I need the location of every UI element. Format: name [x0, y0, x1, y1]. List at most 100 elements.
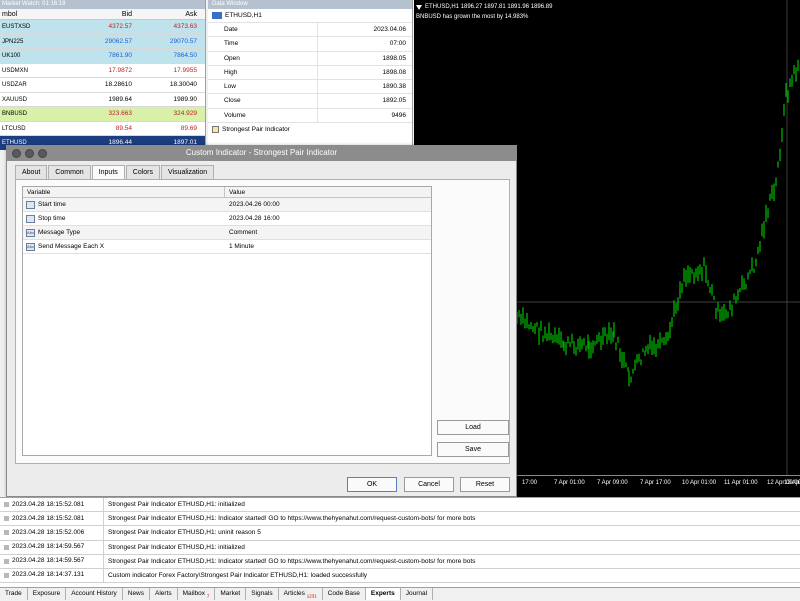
bid-cell: 18.28610 — [104, 81, 132, 88]
market-watch-row[interactable]: JPN225 29062.57 29070.57 — [0, 34, 205, 49]
load-button[interactable]: Load — [437, 420, 509, 435]
ask-cell: 7864.50 — [173, 52, 198, 59]
chart-dropdown-icon[interactable] — [416, 4, 422, 10]
ask-column-header[interactable]: Ask — [135, 9, 200, 19]
market-watch-row[interactable]: USDZAR 18.28610 18.30040 — [0, 78, 205, 93]
tab-visualization[interactable]: Visualization — [161, 165, 215, 179]
input-parameter-row[interactable]: Abc Message Type Comment — [23, 226, 431, 240]
toolbox-tab-label: Market — [220, 590, 241, 597]
dialog-title: Custom Indicator - Strongest Pair Indica… — [185, 148, 338, 157]
toolbox-tab-alerts[interactable]: Alerts — [150, 588, 178, 600]
data-window-row: Time 07:00 — [208, 36, 412, 51]
parameter-name: Message Type — [38, 228, 81, 236]
log-row[interactable]: 2023.04.28 18:14:59.567 Strongest Pair In… — [0, 554, 800, 569]
market-watch-row[interactable]: BNBUSD 323.663 324.929 — [0, 107, 205, 122]
log-time-cell: 2023.04.28 18:14:59.567 — [0, 540, 104, 554]
toolbox-tab-experts[interactable]: Experts — [365, 588, 401, 600]
log-row[interactable]: 2023.04.28 18:14:37.131 Custom indicator … — [0, 568, 800, 584]
tab-common[interactable]: Common — [48, 165, 91, 179]
symbol-cell[interactable]: XAUUSD — [0, 93, 70, 107]
toolbox-tab-label: Signals — [251, 590, 273, 597]
tab-colors[interactable]: Colors — [125, 165, 161, 179]
data-window-title: Data Window — [208, 0, 412, 9]
data-window-value: 9496 — [391, 111, 406, 119]
bid-cell: 4372.57 — [108, 23, 133, 30]
toolbox-tab-account-history[interactable]: Account History — [66, 588, 123, 600]
bid-cell: 29062.57 — [104, 37, 132, 45]
toolbox-tab-label: Mailbox — [182, 590, 206, 597]
input-parameter-row[interactable]: Start time 2023.04.26 00:00 — [23, 198, 431, 212]
symbol-cell[interactable]: LTCUSD — [0, 122, 70, 136]
chart-ohlc-text: ETHUSD,H1 1896.27 1897.81 1891.96 1896.8… — [425, 4, 553, 10]
log-time: 2023.04.28 18:14:59.567 — [12, 543, 85, 551]
parameter-name-cell: Abc Send Message Each X — [23, 240, 225, 253]
toolbox-tab-signals[interactable]: Signals — [246, 588, 279, 600]
market-watch-row[interactable]: LTCUSD 89.54 89.69 — [0, 121, 205, 136]
enum-icon: Abc — [26, 242, 35, 251]
market-watch-row[interactable]: XAUUSD 1989.64 1989.90 — [0, 92, 205, 107]
symbol-cell[interactable]: EUSTXSD — [0, 20, 70, 34]
toolbox-tab-label: Alerts — [155, 590, 172, 597]
symbol-cell[interactable]: BNBUSD — [0, 107, 70, 121]
toolbox-tab-label: Articles — [283, 590, 305, 597]
parameter-value[interactable]: 1 Minute — [225, 240, 431, 253]
parameter-value[interactable]: Comment — [225, 226, 431, 239]
input-parameter-row[interactable]: Abc Send Message Each X1 Minute — [23, 240, 431, 254]
chart-comment-message: BNBUSD has grown the most by 14.983% — [416, 14, 529, 20]
toolbox-tab-mailbox[interactable]: Mailbox 7 — [178, 588, 216, 600]
data-window-symbol: ETHUSD,H1 — [208, 9, 412, 22]
toolbox-tab-articles[interactable]: Articles 1231 — [279, 588, 323, 600]
toolbox-tab-code-base[interactable]: Code Base — [323, 588, 366, 600]
log-message: Strongest Pair Indicator ETHUSD,H1: Indi… — [108, 557, 476, 565]
parameter-name-cell: Abc Message Type — [23, 226, 225, 239]
log-row[interactable]: 2023.04.28 18:15:52.081 Strongest Pair In… — [0, 512, 800, 527]
data-window-label: Low — [208, 80, 318, 94]
toolbox-tab-news[interactable]: News — [123, 588, 151, 600]
market-watch-row[interactable]: UK100 7861.90 7864.50 — [0, 49, 205, 64]
tab-inputs[interactable]: Inputs — [91, 165, 125, 180]
symbol-column-header[interactable]: mbol — [0, 9, 70, 19]
cancel-button[interactable]: Cancel — [404, 477, 454, 492]
log-message: Custom indicator Forex Factory\Strongest… — [108, 571, 368, 579]
log-row[interactable]: 2023.04.28 18:14:59.567 Strongest Pair In… — [0, 540, 800, 555]
tab-about[interactable]: About — [15, 165, 48, 179]
dialog-titlebar[interactable]: Custom Indicator - Strongest Pair Indica… — [7, 146, 516, 161]
log-time: 2023.04.28 18:15:52.006 — [12, 528, 85, 536]
toolbox-tab-trade[interactable]: Trade — [0, 588, 28, 600]
chart-time-tick: 10 Apr 01:00 — [682, 480, 717, 486]
parameter-value[interactable]: 2023.04.26 00:00 — [225, 198, 431, 211]
symbol-cell[interactable]: USDZAR — [0, 78, 70, 92]
market-watch-row[interactable]: USDMXN 17.9872 17.9955 — [0, 63, 205, 78]
log-level-icon — [4, 502, 9, 508]
symbol-cell[interactable]: JPN225 — [0, 35, 70, 49]
toolbox-tabs: Trade Exposure Account History News Alerts Ma… — [0, 587, 800, 600]
toolbox-tab-market[interactable]: Market — [215, 588, 247, 600]
toolbox-tab-badge: 1231 — [306, 593, 317, 599]
log-time: 2023.04.28 18:15:52.081 — [12, 500, 85, 508]
log-time-cell: 2023.04.28 18:14:37.131 — [0, 568, 104, 583]
toolbox-tab-label: Code Base — [327, 590, 360, 597]
save-button[interactable]: Save — [437, 442, 509, 457]
ask-cell: 89.69 — [180, 124, 197, 132]
data-window-value: 1898.08 — [382, 68, 407, 76]
symbol-cell[interactable]: USDMXN — [0, 64, 70, 78]
toolbox-tab-exposure[interactable]: Exposure — [28, 588, 67, 600]
symbol-cell[interactable]: UK100 — [0, 49, 70, 63]
log-row[interactable]: 2023.04.28 18:15:52.081 Strongest Pair In… — [0, 498, 800, 513]
reset-button[interactable]: Reset — [460, 477, 510, 492]
market-watch-row[interactable]: EUSTXSD 4372.57 4373.63 — [0, 20, 205, 35]
bid-cell: 323.663 — [108, 110, 133, 117]
log-row[interactable]: 2023.04.28 18:15:52.006 Strongest Pair In… — [0, 526, 800, 541]
input-parameter-row[interactable]: Stop time 2023.04.28 16:00 — [23, 212, 431, 226]
toolbox-tab-journal[interactable]: Journal — [401, 588, 434, 600]
toolbox-tab-badge: 7 — [206, 593, 210, 599]
data-window-row: Date 2023.04.06 — [208, 22, 412, 37]
experts-log[interactable]: 2023.04.28 18:15:52.081 Strongest Pair In… — [0, 497, 800, 587]
ok-button[interactable]: OK — [347, 477, 397, 492]
data-window-value: 1898.05 — [382, 54, 407, 62]
dialog-tabs: About Common Inputs Colors Visualization — [15, 165, 215, 180]
bid-column-header[interactable]: Bid — [70, 9, 135, 19]
parameter-value[interactable]: 2023.04.28 16:00 — [225, 212, 431, 225]
ask-cell: 18.30040 — [169, 81, 197, 88]
toolbox-tab-label: Trade — [5, 590, 22, 597]
